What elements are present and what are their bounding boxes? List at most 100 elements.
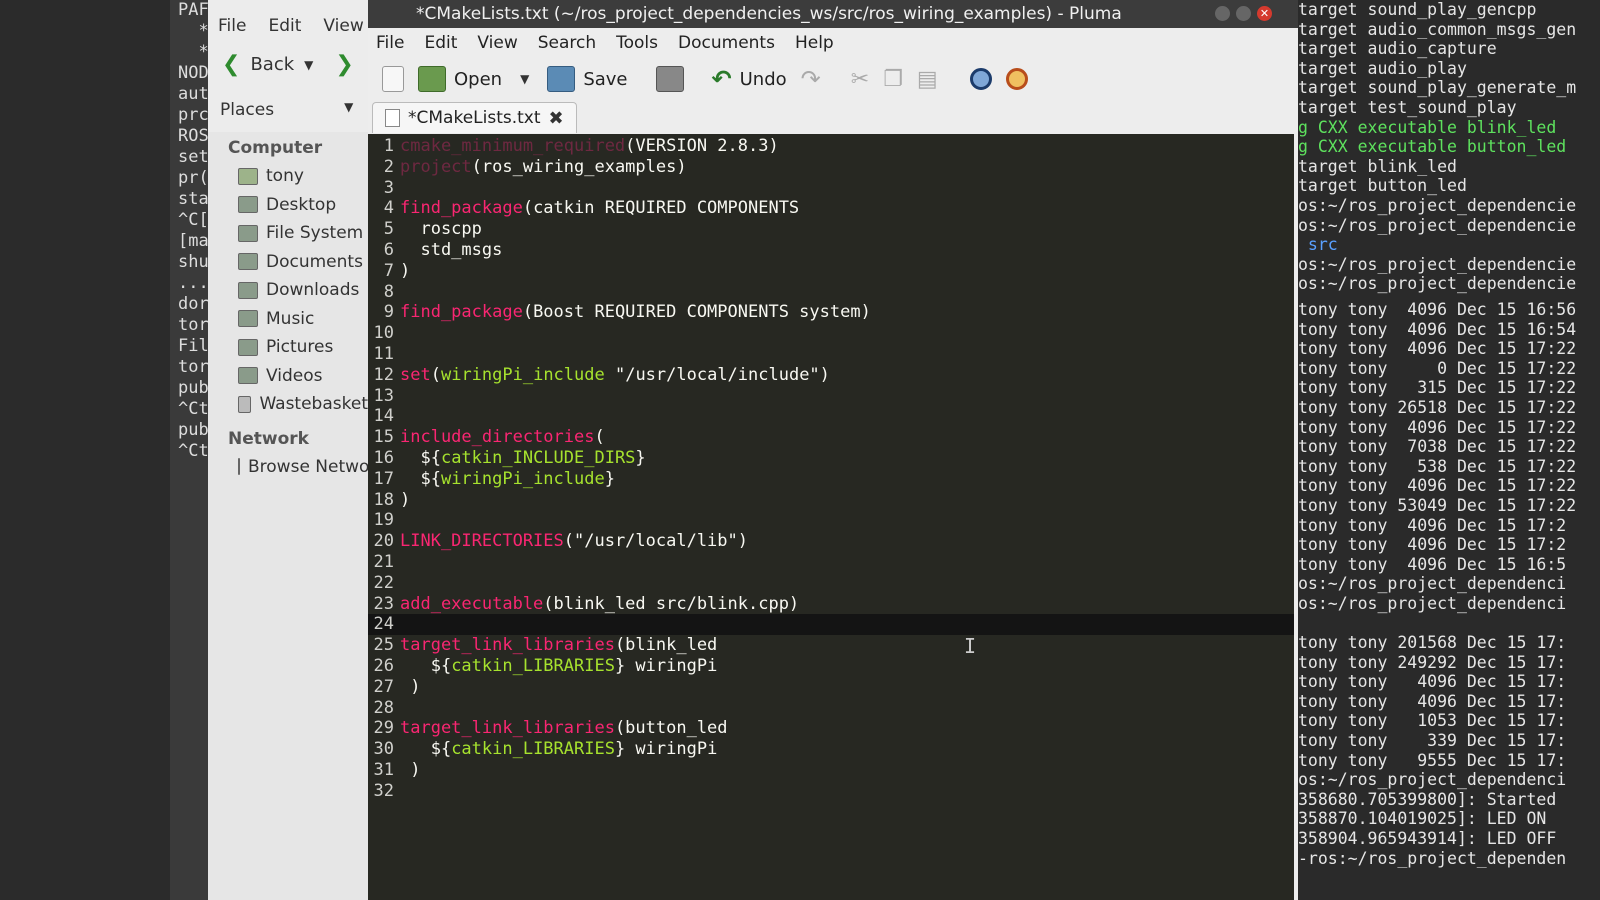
sidebar-item[interactable]: Videos bbox=[208, 362, 368, 391]
window-title: *CMakeLists.txt (~/ros_project_dependenc… bbox=[416, 4, 1122, 24]
line-number: 23 bbox=[373, 593, 394, 614]
code-variable: catkin_LIBRARIES bbox=[451, 739, 615, 760]
undo-button[interactable]: ↶ Undo bbox=[712, 65, 787, 93]
menu-help[interactable]: Help bbox=[795, 28, 834, 58]
back-button[interactable]: Back bbox=[250, 54, 294, 75]
sidebar-item[interactable]: File System bbox=[208, 219, 368, 248]
sidebar-item-label: Downloads bbox=[266, 280, 360, 301]
line-number: 7 bbox=[383, 260, 394, 281]
sidebar-item[interactable]: Documents bbox=[208, 248, 368, 277]
fm-menu-file[interactable]: File bbox=[218, 16, 246, 36]
window-titlebar[interactable]: *CMakeLists.txt (~/ros_project_dependenc… bbox=[368, 0, 1298, 28]
maximize-button[interactable] bbox=[1236, 6, 1251, 21]
menu-edit[interactable]: Edit bbox=[424, 28, 457, 58]
open-recent-dropdown-icon[interactable]: ▼ bbox=[520, 72, 529, 86]
code-line: 21 bbox=[368, 552, 1294, 573]
sidebar-header-network: Network bbox=[228, 428, 309, 449]
code-variable: wiringPi_include bbox=[440, 364, 605, 385]
sidebar-item[interactable]: Wastebasket bbox=[208, 390, 368, 419]
terminal-line: 358870.104019025]: LED ON bbox=[1298, 809, 1547, 829]
window-controls: ✕ bbox=[1215, 6, 1272, 21]
terminal-line: tony tony 249292 Dec 15 17: bbox=[1298, 652, 1567, 672]
sidebar-item-label: File System bbox=[266, 223, 364, 244]
line-number: 2 bbox=[383, 156, 394, 177]
folder-icon bbox=[238, 253, 258, 271]
code-text: (VERSION 2.8.3) bbox=[625, 136, 779, 156]
terminal-line: tony tony 4096 Dec 15 17:22 bbox=[1298, 339, 1577, 359]
code-line: 29 target_link_libraries(button_led bbox=[368, 718, 1294, 739]
find-button[interactable] bbox=[969, 68, 992, 90]
code-variable: wiringPi_include bbox=[440, 468, 605, 489]
line-number: 12 bbox=[373, 364, 394, 385]
menu-view[interactable]: View bbox=[477, 28, 517, 58]
code-text: ${ bbox=[400, 655, 452, 676]
find-replace-button[interactable] bbox=[1005, 68, 1028, 90]
places-selector[interactable]: Places ▼ bbox=[220, 100, 353, 120]
terminal-line: tony tony 4096 Dec 15 17:2 bbox=[1298, 535, 1567, 555]
code-text: ( bbox=[594, 427, 605, 448]
sidebar-item[interactable]: Browse Network bbox=[208, 453, 386, 482]
sidebar-item-label: Wastebasket bbox=[259, 394, 368, 415]
sidebar-item[interactable]: tony bbox=[208, 162, 368, 191]
sidebar-item[interactable]: Desktop bbox=[208, 191, 368, 220]
close-tab-icon[interactable]: ✖ bbox=[549, 108, 564, 129]
sidebar-item-label: Browse Network bbox=[248, 456, 387, 477]
save-button[interactable]: Save bbox=[547, 66, 628, 92]
menu-file[interactable]: File bbox=[376, 28, 404, 58]
redo-arrow-icon: ↷ bbox=[800, 65, 821, 93]
file-manager-nav: ❮ Back ▼ ❯ bbox=[222, 52, 354, 77]
tab-cmakelists[interactable]: *CMakeLists.txt ✖ bbox=[372, 102, 577, 133]
code-text: ${ bbox=[400, 468, 441, 489]
code-text: } bbox=[604, 468, 615, 489]
folder-icon bbox=[238, 196, 258, 214]
line-number: 5 bbox=[383, 219, 394, 240]
sidebar-item[interactable]: Downloads bbox=[208, 276, 368, 305]
sidebar-item-label: Documents bbox=[266, 251, 363, 272]
code-text: roscpp bbox=[400, 219, 482, 240]
terminal-line: tony tony 53049 Dec 15 17:22 bbox=[1298, 495, 1577, 515]
line-number: 19 bbox=[373, 510, 394, 531]
places-dropdown-icon[interactable]: ▼ bbox=[344, 100, 353, 120]
menu-search[interactable]: Search bbox=[538, 28, 596, 58]
line-number: 1 bbox=[383, 136, 394, 156]
back-arrow-icon[interactable]: ❮ bbox=[222, 52, 240, 77]
menu-tools[interactable]: Tools bbox=[616, 28, 658, 58]
cut-button[interactable]: ✂ bbox=[851, 67, 869, 92]
fm-menu-view[interactable]: View bbox=[323, 16, 363, 36]
menu-documents[interactable]: Documents bbox=[678, 28, 775, 58]
print-button[interactable] bbox=[655, 66, 684, 92]
folder-icon bbox=[238, 367, 258, 385]
forward-arrow-icon[interactable]: ❯ bbox=[335, 52, 353, 77]
code-text: } wiringPi bbox=[614, 739, 718, 760]
copy-button[interactable]: ❐ bbox=[883, 67, 903, 92]
terminal-line: -ros:~/ros_project_dependen bbox=[1298, 848, 1567, 868]
folder-icon bbox=[238, 224, 258, 242]
line-number: 32 bbox=[373, 780, 394, 801]
redo-button[interactable]: ↷ bbox=[801, 65, 821, 93]
minimize-button[interactable] bbox=[1215, 6, 1230, 21]
back-history-dropdown-icon[interactable]: ▼ bbox=[304, 58, 313, 72]
code-editor[interactable]: 1 cmake_minimum_required(VERSION 2.8.3) 2 p… bbox=[368, 134, 1294, 900]
line-number: 28 bbox=[373, 697, 394, 718]
close-window-button[interactable]: ✕ bbox=[1257, 6, 1272, 21]
code-text: std_msgs bbox=[400, 239, 503, 260]
code-text: (blink_led src/blink.cpp) bbox=[543, 593, 800, 614]
line-number: 16 bbox=[373, 447, 394, 468]
folder-icon bbox=[238, 338, 258, 356]
paste-button[interactable]: ▤ bbox=[917, 67, 938, 92]
find-replace-icon bbox=[1005, 68, 1028, 90]
new-document-button[interactable] bbox=[382, 66, 404, 92]
sidebar-item[interactable]: Music bbox=[208, 305, 368, 334]
fm-menu-edit[interactable]: Edit bbox=[268, 16, 301, 36]
right-terminal[interactable]: target sound_play_gencpp target audio_com… bbox=[1298, 0, 1600, 900]
code-line: 13 bbox=[368, 386, 1294, 407]
sidebar-item[interactable]: Pictures bbox=[208, 333, 368, 362]
terminal-line: src bbox=[1298, 235, 1338, 255]
terminal-line: tony tony 339 Dec 15 17: bbox=[1298, 731, 1567, 751]
code-command: include_directories bbox=[400, 427, 595, 448]
sidebar-item-label: Pictures bbox=[266, 337, 334, 358]
open-button[interactable]: Open bbox=[418, 66, 502, 92]
line-number: 18 bbox=[373, 489, 394, 510]
sidebar-item-label: Desktop bbox=[266, 194, 337, 215]
